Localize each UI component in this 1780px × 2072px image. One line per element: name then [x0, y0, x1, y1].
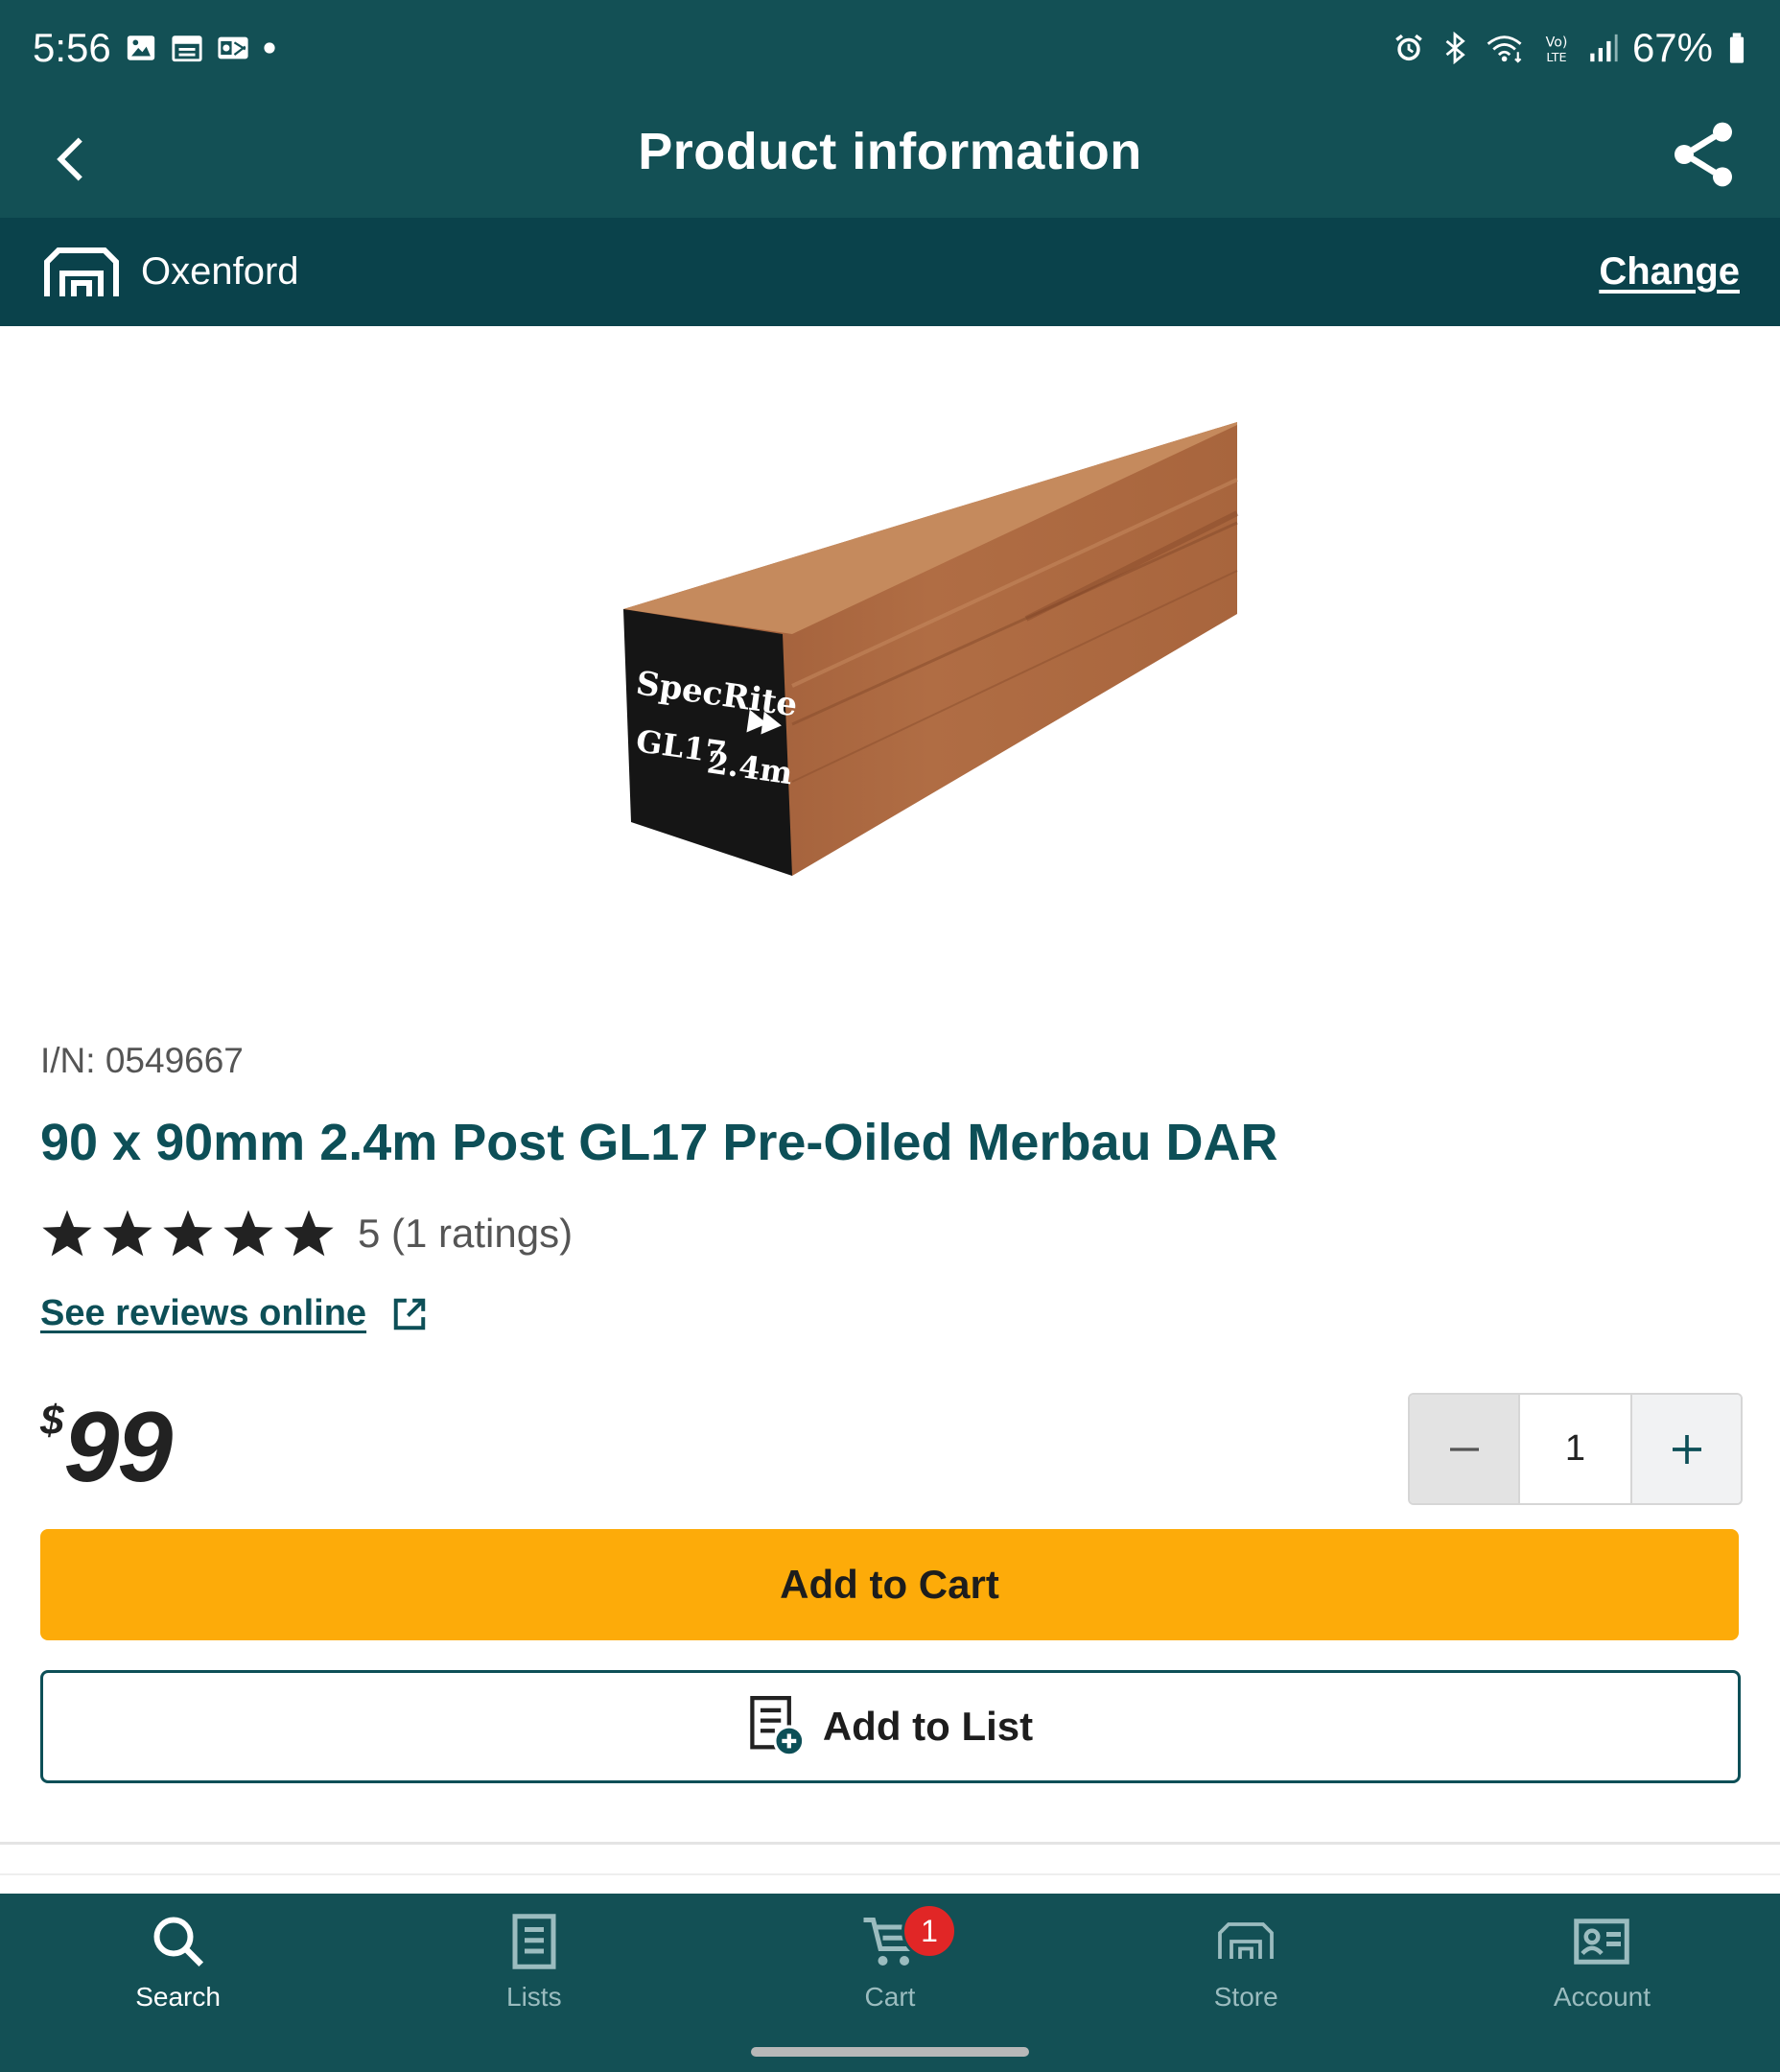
bluetooth-icon — [1445, 32, 1465, 64]
dot-icon — [264, 42, 275, 54]
nav-lists[interactable]: Lists — [356, 1894, 712, 2036]
star-icon — [163, 1210, 213, 1257]
alarm-icon — [1395, 34, 1422, 61]
decrease-quantity-button[interactable] — [1410, 1395, 1518, 1503]
status-bar: 5:56 Vo) LTE 67% — [0, 0, 1780, 101]
divider — [0, 1842, 1780, 1845]
star-icon — [223, 1210, 273, 1257]
wifi-icon — [1487, 35, 1522, 63]
nav-cart[interactable]: 1 Cart — [712, 1894, 1067, 2036]
item-number: I/N: 0549667 — [40, 1041, 244, 1080]
star-icon — [103, 1210, 152, 1257]
add-to-cart-button[interactable]: Add to Cart — [40, 1529, 1739, 1640]
nav-account[interactable]: Account — [1424, 1894, 1780, 2036]
add-list-icon — [750, 1696, 806, 1757]
app-bar: Product information — [0, 101, 1780, 218]
status-right: Vo) LTE 67% — [1393, 25, 1747, 71]
price-currency: $ — [40, 1397, 64, 1444]
bottom-nav: Search Lists 1 Cart Store Account — [0, 1894, 1780, 2036]
nav-label-cart: Cart — [864, 1982, 916, 2012]
store-icon — [44, 247, 119, 296]
gesture-bar — [0, 2036, 1780, 2072]
external-link-icon — [393, 1298, 426, 1330]
rating-row: 5 (1 ratings) — [40, 1207, 573, 1260]
star-icon — [284, 1210, 334, 1257]
outlook-icon — [218, 36, 248, 59]
quantity-value[interactable]: 1 — [1518, 1395, 1632, 1503]
star-icon — [42, 1210, 92, 1257]
page-title: Product information — [638, 123, 1142, 180]
search-icon — [153, 1917, 203, 1967]
share-button[interactable] — [1665, 116, 1742, 193]
svg-text:Vo): Vo) — [1546, 35, 1568, 51]
gesture-handle[interactable] — [751, 2047, 1029, 2057]
battery-percent: 67% — [1631, 25, 1713, 70]
see-reviews-label: See reviews online — [40, 1293, 367, 1333]
see-reviews-link[interactable]: See reviews online — [40, 1293, 428, 1334]
product-title: 90 x 90mm 2.4m Post GL17 Pre-Oiled Merba… — [40, 1114, 1278, 1171]
cart-badge: 1 — [902, 1903, 957, 1959]
plus-icon — [1672, 1434, 1701, 1464]
rating-text: 5 (1 ratings) — [358, 1211, 574, 1256]
nav-label-lists: Lists — [506, 1982, 562, 2012]
svg-text:LTE: LTE — [1546, 51, 1566, 64]
minus-icon — [1449, 1447, 1479, 1451]
store-icon — [1218, 1922, 1275, 1959]
status-left-icons — [125, 32, 276, 64]
store-name: Oxenford — [141, 250, 299, 293]
change-store-link[interactable]: Change — [1599, 250, 1740, 294]
divider — [0, 1873, 1780, 1875]
price: $99 — [40, 1391, 173, 1505]
price-amount: 99 — [63, 1392, 173, 1503]
nav-search[interactable]: Search — [0, 1894, 356, 2036]
nav-label-store: Store — [1213, 1982, 1278, 2012]
quantity-stepper: 1 — [1408, 1393, 1743, 1505]
signal-icon — [1590, 34, 1618, 62]
battery-icon — [1729, 33, 1745, 63]
nav-store[interactable]: Store — [1068, 1894, 1424, 2036]
add-to-list-label: Add to List — [822, 1704, 1034, 1749]
calendar-icon — [172, 35, 202, 62]
store-bar: Oxenford Change — [0, 218, 1780, 326]
list-icon — [512, 1914, 556, 1969]
product-image: SpecRite GL17 2.4m — [623, 422, 1239, 876]
increase-quantity-button[interactable] — [1632, 1395, 1741, 1503]
add-to-cart-label: Add to Cart — [780, 1562, 999, 1607]
volte-icon: Vo)LTE — [1546, 35, 1568, 64]
status-time: 5:56 — [33, 25, 111, 70]
nav-label-account: Account — [1553, 1982, 1651, 2012]
add-to-list-button[interactable]: Add to List — [40, 1670, 1741, 1783]
gallery-icon — [127, 35, 155, 60]
nav-label-search: Search — [135, 1982, 221, 2012]
account-icon — [1574, 1919, 1630, 1965]
